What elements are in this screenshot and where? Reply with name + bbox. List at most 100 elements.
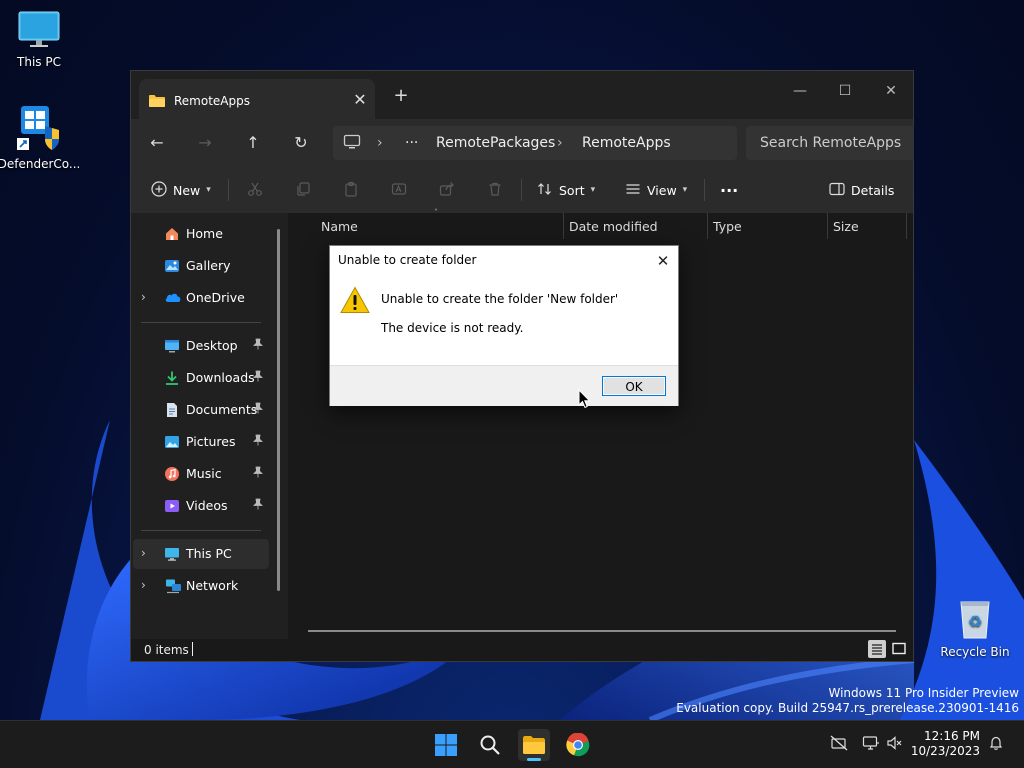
details-pane-button[interactable]: Details [829, 177, 894, 203]
column-header-name[interactable]: Name [321, 219, 358, 234]
column-header-size[interactable]: Size [833, 219, 859, 234]
close-window-button[interactable]: ✕ [868, 77, 914, 105]
tiles-view-toggle[interactable] [890, 640, 908, 658]
paste-button[interactable] [343, 177, 359, 203]
tab-remoteapps[interactable]: RemoteApps ✕ [139, 79, 375, 119]
sidebar-item-this-pc[interactable]: › This PC [133, 539, 269, 569]
tab-close-button[interactable]: ✕ [349, 89, 371, 111]
display-icon[interactable] [862, 735, 880, 755]
rename-icon [391, 181, 407, 200]
pin-icon[interactable] [253, 466, 263, 481]
breadcrumb-remoteapps[interactable]: RemoteApps [582, 135, 671, 151]
new-button[interactable]: New ▾ [151, 177, 211, 203]
breadcrumb-separator[interactable]: › [557, 135, 563, 151]
home-icon [164, 226, 180, 242]
sidebar-item-downloads[interactable]: Downloads [133, 363, 269, 393]
computer-icon[interactable] [343, 134, 361, 154]
maximize-button[interactable]: ☐ [822, 77, 868, 105]
toolbar-divider [521, 179, 522, 201]
sidebar-item-onedrive[interactable]: › OneDrive [133, 283, 269, 313]
sidebar-item-documents[interactable]: Documents [133, 395, 269, 425]
column-divider[interactable] [563, 213, 564, 239]
search-button[interactable] [474, 729, 506, 761]
dialog-close-button[interactable]: ✕ [652, 250, 674, 272]
active-indicator [527, 758, 541, 761]
pin-icon[interactable] [253, 402, 263, 417]
sidebar-item-videos[interactable]: Videos [133, 491, 269, 521]
search-box[interactable]: Search RemoteApps [746, 126, 914, 160]
title-bar: RemoteApps ✕ + — ☐ ✕ [131, 71, 913, 119]
dialog-message: Unable to create the folder 'New folder' [381, 292, 619, 306]
refresh-button[interactable]: ↻ [287, 131, 315, 155]
svg-text:♻: ♻ [968, 612, 982, 631]
desktop-icon-this-pc[interactable]: This PC [0, 10, 81, 69]
more-options-button[interactable]: ··· [720, 177, 738, 203]
forward-button[interactable]: → [191, 131, 219, 155]
up-button[interactable]: ↑ [239, 131, 267, 155]
column-header-date-modified[interactable]: Date modified [569, 219, 658, 234]
column-divider[interactable] [906, 213, 907, 239]
ok-button[interactable]: OK [602, 376, 666, 396]
pin-icon[interactable] [253, 338, 263, 353]
back-button[interactable]: ← [143, 131, 171, 155]
horizontal-scrollbar[interactable] [308, 630, 896, 632]
share-button[interactable] [439, 177, 455, 203]
delete-button[interactable] [487, 177, 503, 203]
pictures-icon [164, 434, 180, 450]
desktop-icon-recycle-bin[interactable]: ♻ Recycle Bin [933, 598, 1017, 659]
column-header-type[interactable]: Type [713, 219, 742, 234]
breadcrumb-overflow[interactable]: ··· [405, 135, 418, 151]
chevron-down-icon: ▾ [682, 185, 688, 195]
navigation-bar: ← → ↑ ↻ › ··· RemotePackages › RemoteApp… [131, 119, 914, 167]
sidebar-item-desktop[interactable]: Desktop [133, 331, 269, 361]
this-pc-icon [164, 546, 180, 562]
breadcrumb-remotepackages[interactable]: RemotePackages [436, 135, 555, 151]
system-clock[interactable]: 12:16 PM 10/23/2023 [908, 729, 980, 759]
breadcrumb-separator[interactable]: › [377, 135, 383, 151]
toolbar-divider [228, 179, 229, 201]
pin-icon[interactable] [253, 434, 263, 449]
sidebar-item-gallery[interactable]: Gallery [133, 251, 269, 281]
videos-icon [164, 498, 180, 514]
search-input[interactable]: Search RemoteApps [760, 135, 901, 151]
address-bar[interactable]: › ··· RemotePackages › RemoteApps [333, 126, 737, 160]
sidebar-scrollbar[interactable] [277, 229, 280, 591]
rename-button[interactable] [391, 177, 407, 203]
plus-circle-icon [151, 180, 167, 200]
dialog-title: Unable to create folder [338, 253, 477, 267]
column-divider[interactable] [827, 213, 828, 239]
text-cursor [192, 642, 193, 656]
chevron-right-icon[interactable]: › [141, 546, 146, 560]
pin-icon[interactable] [253, 370, 263, 385]
clock-time: 12:16 PM [924, 729, 980, 743]
details-label: Details [851, 182, 895, 198]
details-view-toggle[interactable] [868, 640, 886, 658]
desktop-icon-defender[interactable]: DefenderCo... [0, 104, 81, 171]
chevron-right-icon[interactable]: › [141, 290, 146, 304]
file-explorer-taskbar-button[interactable] [518, 729, 550, 761]
chevron-right-icon[interactable]: › [141, 578, 146, 592]
start-button[interactable] [430, 729, 462, 761]
copy-icon [295, 181, 311, 200]
minimize-button[interactable]: — [777, 77, 823, 105]
sidebar-item-music[interactable]: Music [133, 459, 269, 489]
sidebar-item-home[interactable]: Home [133, 219, 269, 249]
cut-button[interactable] [247, 177, 263, 203]
error-dialog: Unable to create folder ✕ Unable to crea… [329, 245, 679, 406]
volume-muted-icon[interactable] [886, 735, 902, 755]
chrome-taskbar-button[interactable] [562, 729, 594, 761]
tiles-view-icon [892, 642, 906, 655]
column-divider[interactable] [707, 213, 708, 239]
copy-button[interactable] [295, 177, 311, 203]
new-tab-button[interactable]: + [389, 84, 413, 108]
notification-bell-icon[interactable] [988, 735, 1004, 755]
sidebar-item-network[interactable]: › Network [133, 571, 269, 601]
sidebar-item-label: Gallery [186, 258, 231, 273]
chrome-icon [566, 733, 590, 757]
sidebar-item-pictures[interactable]: Pictures [133, 427, 269, 457]
view-button[interactable]: View ▾ [625, 177, 687, 203]
network-offline-icon[interactable] [830, 735, 848, 755]
desktop-icon-label: This PC [17, 55, 61, 69]
sort-button[interactable]: Sort ▾ [537, 177, 595, 203]
pin-icon[interactable] [253, 498, 263, 513]
